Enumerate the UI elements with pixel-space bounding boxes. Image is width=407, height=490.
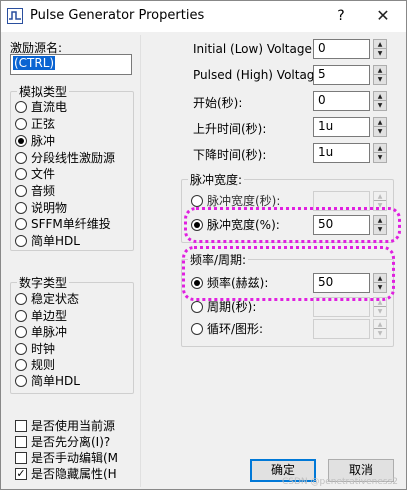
radio-circle [15, 135, 27, 147]
arrow-down-icon[interactable]: ▼ [374, 101, 386, 110]
checkbox-use-current-source[interactable]: 是否使用当前源 [15, 418, 115, 434]
arrow-down-icon[interactable]: ▼ [374, 49, 386, 58]
radio-circle [15, 293, 27, 305]
fall-time-label: 下降时间(秒): [193, 148, 267, 162]
radio-analog-pulse[interactable]: 脉冲 [15, 133, 55, 149]
highlight-frequency [182, 246, 395, 301]
checkbox-box [15, 452, 27, 464]
arrow-down-icon[interactable]: ▼ [374, 75, 386, 84]
cycles-input[interactable] [313, 319, 370, 339]
checkbox-box [15, 420, 27, 432]
radio-circle [15, 185, 27, 197]
arrow-down-icon[interactable]: ▼ [374, 329, 386, 338]
radio-period-seconds[interactable]: 周期(秒): [191, 299, 256, 315]
cycles-spinner[interactable]: ▲ ▼ [373, 319, 387, 339]
radio-analog-dc[interactable]: 直流电 [15, 99, 67, 115]
column-divider [140, 35, 141, 487]
radio-circle [15, 202, 27, 214]
help-button[interactable]: ? [326, 1, 356, 32]
pulsed-voltage-input[interactable]: 5 [313, 65, 370, 85]
radio-circle [15, 168, 27, 180]
rise-time-input[interactable]: 1u [313, 117, 370, 137]
radio-analog-explanation[interactable]: 说明物 [15, 200, 67, 216]
checkbox-box [15, 436, 27, 448]
radio-circle [15, 326, 27, 338]
arrow-up-icon[interactable]: ▲ [374, 192, 386, 201]
arrow-up-icon[interactable]: ▲ [374, 144, 386, 153]
radio-analog-sffm[interactable]: SFFM单纤维投 [15, 216, 111, 232]
radio-circle [191, 301, 203, 313]
radio-circle [191, 195, 203, 207]
radio-circle [15, 235, 27, 247]
arrow-up-icon[interactable]: ▲ [374, 92, 386, 101]
radio-analog-sine[interactable]: 正弦 [15, 116, 55, 132]
radio-circle [15, 101, 27, 113]
pulsed-voltage-label: Pulsed (High) Voltage: [193, 68, 326, 82]
radio-analog-pwl[interactable]: 分段线性激励源 [15, 150, 115, 166]
rise-time-spinner[interactable]: ▲ ▼ [373, 117, 387, 137]
radio-digital-edge[interactable]: 单边型 [15, 308, 67, 324]
fall-time-input[interactable]: 1u [313, 143, 370, 163]
checkbox-manual-edit[interactable]: 是否手动编辑(M [15, 450, 118, 466]
radio-digital-steady[interactable]: 稳定状态 [15, 291, 79, 307]
start-label: 开始(秒): [193, 96, 243, 110]
arrow-up-icon[interactable]: ▲ [374, 118, 386, 127]
pulsed-voltage-spinner[interactable]: ▲ ▼ [373, 65, 387, 85]
checkbox-hide-properties[interactable]: ✓ 是否隐藏属性(H [15, 466, 117, 482]
radio-circle [15, 343, 27, 355]
radio-circle [15, 118, 27, 130]
arrow-up-icon[interactable]: ▲ [374, 320, 386, 329]
start-input[interactable]: 0 [313, 91, 370, 111]
rise-time-label: 上升时间(秒): [193, 122, 267, 136]
pulse-generator-icon [7, 8, 23, 24]
window-title: Pulse Generator Properties [30, 8, 205, 23]
title-bar: Pulse Generator Properties ? ✕ [1, 1, 406, 32]
analog-type-title: 模拟类型 [17, 83, 70, 100]
radio-digital-hdl[interactable]: 简单HDL [15, 373, 80, 389]
radio-digital-clock[interactable]: 时钟 [15, 341, 55, 357]
initial-voltage-spinner[interactable]: ▲ ▼ [373, 39, 387, 59]
stimulus-name-input[interactable]: (CTRL) [10, 54, 132, 75]
radio-analog-audio[interactable]: 音频 [15, 183, 55, 199]
highlight-pulse-width [184, 207, 401, 243]
start-spinner[interactable]: ▲ ▼ [373, 91, 387, 111]
radio-circle [191, 323, 203, 335]
watermark: CSDN @penetrativeness2 [282, 477, 398, 487]
radio-circle [15, 218, 27, 230]
check-mark-icon: ✓ [15, 467, 27, 480]
initial-voltage-label: Initial (Low) Voltage: [193, 42, 316, 56]
radio-circle [15, 152, 27, 164]
radio-circle [15, 359, 27, 371]
radio-circle [15, 375, 27, 387]
radio-digital-single-pulse[interactable]: 单脉冲 [15, 324, 67, 340]
checkbox-isolate-first[interactable]: 是否先分离(I)? [15, 434, 110, 450]
radio-digital-pattern[interactable]: 规则 [15, 357, 55, 373]
arrow-down-icon[interactable]: ▼ [374, 153, 386, 162]
radio-cycles-graph[interactable]: 循环/图形: [191, 321, 263, 337]
digital-type-title: 数字类型 [17, 274, 70, 291]
arrow-down-icon[interactable]: ▼ [374, 307, 386, 316]
arrow-down-icon[interactable]: ▼ [374, 127, 386, 136]
arrow-up-icon[interactable]: ▲ [374, 40, 386, 49]
radio-analog-file[interactable]: 文件 [15, 166, 55, 182]
fall-time-spinner[interactable]: ▲ ▼ [373, 143, 387, 163]
pulse-width-title: 脉冲宽度: [188, 171, 245, 188]
close-button[interactable]: ✕ [360, 1, 406, 32]
dialog-window: Pulse Generator Properties ? ✕ 激励源名: (CT… [0, 0, 407, 490]
radio-analog-hdl[interactable]: 简单HDL [15, 233, 80, 249]
initial-voltage-input[interactable]: 0 [313, 39, 370, 59]
arrow-up-icon[interactable]: ▲ [374, 66, 386, 75]
radio-circle [15, 310, 27, 322]
